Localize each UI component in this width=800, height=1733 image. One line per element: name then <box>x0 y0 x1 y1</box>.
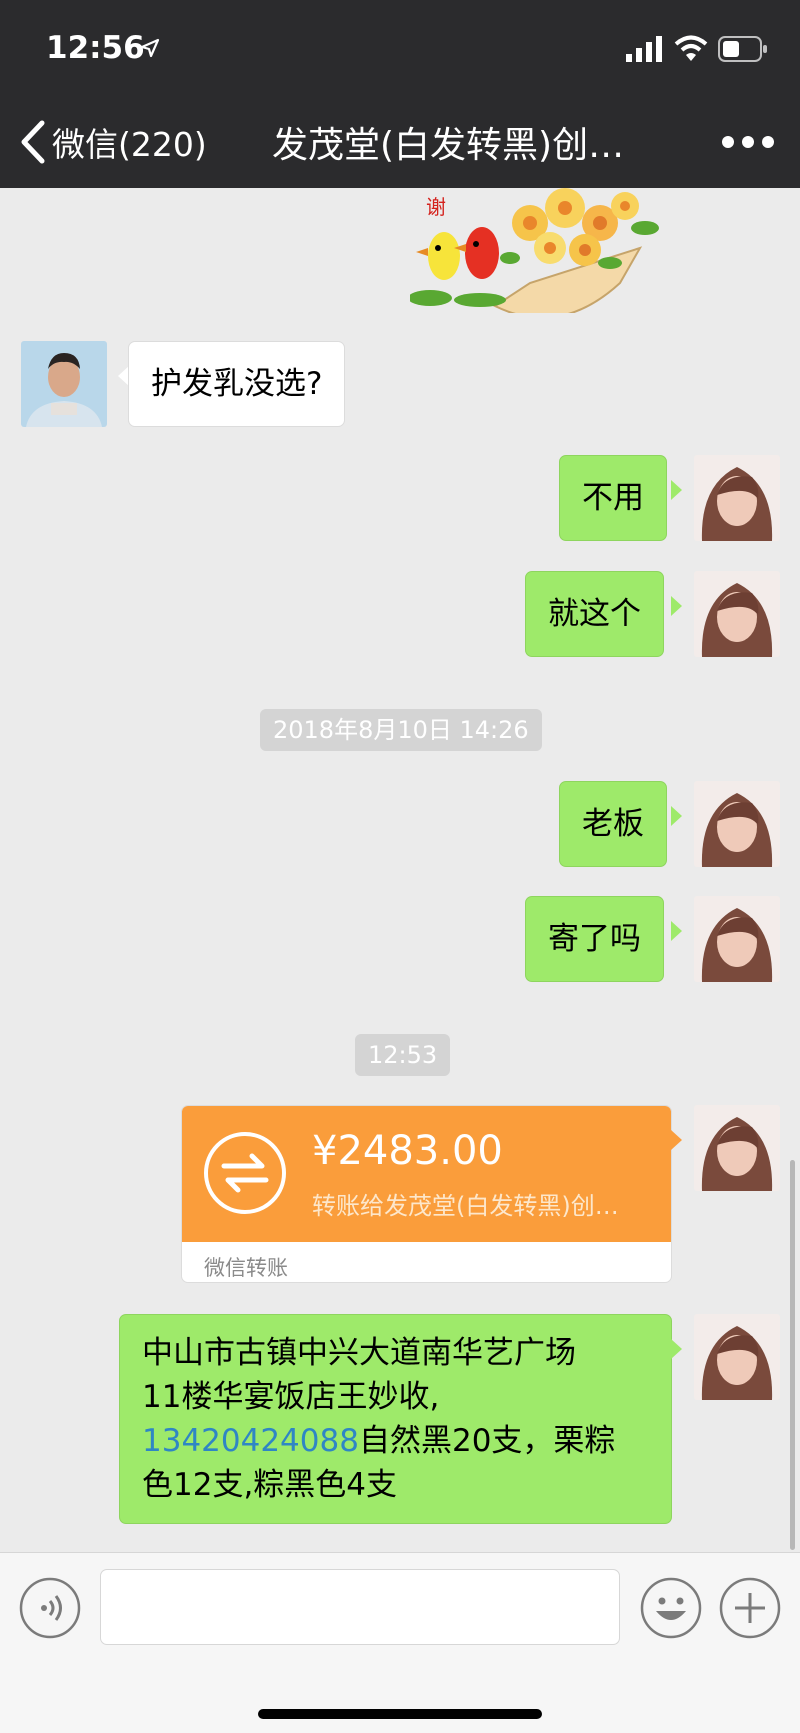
status-time: 12:56 <box>46 30 145 66</box>
plus-icon[interactable] <box>719 1577 781 1639</box>
message-text: 寄了吗 <box>548 921 641 957</box>
phone-number-link[interactable]: 13420424088 <box>142 1423 359 1459</box>
emoji-icon[interactable] <box>640 1577 702 1639</box>
more-options-icon[interactable] <box>720 124 776 160</box>
message-bubble-outgoing[interactable]: 就这个 <box>525 571 664 657</box>
transfer-footer: 微信转账 <box>204 1256 288 1280</box>
avatar[interactable] <box>21 341 107 427</box>
voice-input-icon[interactable] <box>19 1577 81 1639</box>
location-arrow-icon <box>140 38 160 58</box>
transfer-icon <box>204 1132 286 1214</box>
bubble-tail <box>671 1130 682 1150</box>
address-line-4: 色12支,粽黑色4支 <box>142 1467 398 1503</box>
chat-header: 12:56 微信(220) 发茂堂(白发转黑)创… <box>0 0 800 188</box>
avatar[interactable] <box>694 896 780 982</box>
input-bar <box>0 1552 800 1733</box>
bubble-tail <box>671 1339 682 1359</box>
address-line-3-text: 自然黑20支，栗粽 <box>358 1423 616 1459</box>
message-text: 就这个 <box>548 596 641 632</box>
battery-icon <box>718 36 767 62</box>
transfer-description: 转账给发茂堂(白发转黑)创… <box>312 1192 619 1220</box>
wifi-icon <box>674 35 708 61</box>
message-input[interactable] <box>100 1569 620 1645</box>
message-text: 护发乳没选? <box>151 366 323 402</box>
chat-title: 发茂堂(白发转黑)创… <box>272 125 625 166</box>
bubble-tail <box>671 806 682 826</box>
message-bubble-outgoing[interactable]: 不用 <box>559 455 667 541</box>
message-text: 老板 <box>582 806 644 842</box>
scrollbar[interactable] <box>790 1160 795 1550</box>
message-text: 不用 <box>582 480 644 516</box>
transfer-card[interactable]: ¥2483.00 转账给发茂堂(白发转黑)创… 微信转账 <box>181 1105 672 1283</box>
address-line-1: 中山市古镇中兴大道南华艺广场 <box>142 1335 576 1371</box>
bubble-tail <box>671 596 682 616</box>
sticker-text: 谢 <box>426 195 446 219</box>
home-indicator <box>258 1709 542 1719</box>
message-bubble-outgoing[interactable]: 寄了吗 <box>525 896 664 982</box>
thanks-sticker[interactable]: 谢 <box>410 188 680 313</box>
avatar[interactable] <box>694 781 780 867</box>
address-line-2: 11楼华宴饭店王妙收, <box>142 1379 440 1415</box>
chevron-left-icon <box>21 120 45 164</box>
back-button[interactable]: 微信(220) <box>18 114 207 170</box>
avatar[interactable] <box>694 571 780 657</box>
timestamp: 12:53 <box>355 1034 451 1076</box>
transfer-amount: ¥2483.00 <box>312 1128 503 1174</box>
address-line-3: 13420424088自然黑20支，栗粽 <box>142 1419 649 1463</box>
message-bubble-incoming[interactable]: 护发乳没选? <box>128 341 346 427</box>
timestamp: 2018年8月10日 14:26 <box>260 709 542 751</box>
back-label: 微信(220) <box>52 125 207 164</box>
message-list[interactable]: 谢 护发乳没选? 不用 就这个 2018年8月10日 14:26 老板 寄了吗 … <box>0 188 800 1552</box>
bubble-tail <box>671 921 682 941</box>
message-bubble-outgoing[interactable]: 中山市古镇中兴大道南华艺广场 11楼华宴饭店王妙收, 13420424088自然… <box>119 1314 672 1524</box>
avatar[interactable] <box>694 1314 780 1400</box>
transfer-card-header: ¥2483.00 转账给发茂堂(白发转黑)创… <box>182 1106 671 1242</box>
bubble-tail <box>671 480 682 500</box>
signal-icon <box>626 36 662 62</box>
avatar[interactable] <box>694 455 780 541</box>
avatar[interactable] <box>694 1105 780 1191</box>
message-bubble-outgoing[interactable]: 老板 <box>559 781 667 867</box>
